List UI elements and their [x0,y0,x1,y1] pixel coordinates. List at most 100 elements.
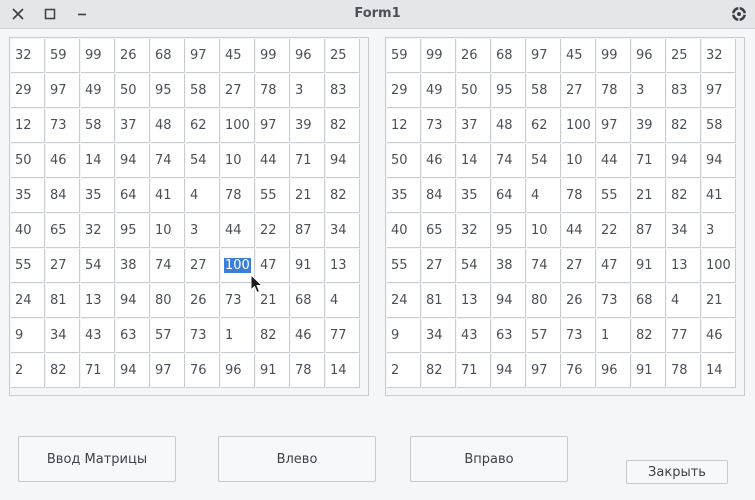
matrix-cell[interactable]: 100 [562,109,596,143]
matrix-cell[interactable]: 14 [702,354,736,388]
matrix-cell[interactable]: 82 [46,354,80,388]
matrix-cell[interactable]: 25 [667,39,701,73]
matrix-cell[interactable]: 82 [326,179,360,213]
shift-left-button[interactable]: Влево [218,436,376,482]
matrix-cell[interactable]: 39 [291,109,325,143]
matrix-cell[interactable]: 68 [291,284,325,318]
matrix-cell[interactable]: 29 [11,74,45,108]
matrix-cell[interactable]: 44 [221,214,255,248]
matrix-cell[interactable]: 96 [632,39,666,73]
matrix-cell[interactable]: 14 [457,144,491,178]
matrix-cell[interactable]: 76 [562,354,596,388]
matrix-cell[interactable]: 91 [256,354,290,388]
matrix-cell[interactable]: 2 [11,354,45,388]
matrix-cell[interactable]: 44 [562,214,596,248]
matrix-cell[interactable]: 77 [667,319,701,353]
matrix-cell[interactable]: 91 [632,249,666,283]
matrix-cell[interactable]: 34 [46,319,80,353]
matrix-cell[interactable]: 22 [597,214,631,248]
matrix-cell[interactable]: 21 [702,284,736,318]
matrix-cell[interactable]: 32 [11,39,45,73]
matrix-cell[interactable]: 73 [186,319,220,353]
matrix-cell[interactable]: 99 [597,39,631,73]
matrix-cell[interactable]: 97 [46,74,80,108]
matrix-cell[interactable]: 74 [492,144,526,178]
matrix-cell[interactable]: 87 [632,214,666,248]
matrix-cell[interactable]: 100 [702,249,736,283]
maximize-icon[interactable] [40,4,60,24]
matrix-cell[interactable]: 40 [11,214,45,248]
matrix-cell[interactable]: 87 [291,214,325,248]
matrix-cell[interactable]: 9 [387,319,421,353]
matrix-cell[interactable]: 50 [116,74,150,108]
matrix-cell[interactable]: 94 [116,284,150,318]
matrix-cell[interactable]: 54 [527,144,561,178]
matrix-cell[interactable]: 97 [702,74,736,108]
matrix-cell[interactable]: 78 [562,179,596,213]
matrix-cell[interactable]: 82 [422,354,456,388]
matrix-cell[interactable]: 97 [527,39,561,73]
matrix-cell[interactable]: 78 [291,354,325,388]
matrix-cell[interactable]: 10 [151,214,185,248]
matrix-cell[interactable]: 78 [221,179,255,213]
matrix-cell[interactable]: 43 [457,319,491,353]
matrix-cell[interactable]: 25 [326,39,360,73]
matrix-cell[interactable]: 35 [387,179,421,213]
input-matrix-button[interactable]: Ввод Матрицы [18,436,176,482]
minimize-icon[interactable] [72,4,92,24]
matrix-cell[interactable]: 94 [702,144,736,178]
matrix-cell[interactable]: 80 [151,284,185,318]
matrix-cell[interactable]: 49 [81,74,115,108]
matrix-cell[interactable]: 94 [492,354,526,388]
matrix-cell[interactable]: 35 [11,179,45,213]
matrix-cell[interactable]: 57 [527,319,561,353]
matrix-cell[interactable]: 21 [632,179,666,213]
matrix-cell[interactable]: 82 [632,319,666,353]
matrix-cell[interactable]: 35 [457,179,491,213]
matrix-cell[interactable]: 3 [632,74,666,108]
close-icon[interactable] [8,4,28,24]
matrix-cell[interactable]: 41 [702,179,736,213]
matrix-cell[interactable]: 65 [46,214,80,248]
matrix-cell[interactable]: 24 [387,284,421,318]
matrix-cell[interactable]: 76 [186,354,220,388]
matrix-cell[interactable]: 71 [457,354,491,388]
matrix-cell[interactable]: 26 [116,39,150,73]
matrix-cell[interactable]: 68 [492,39,526,73]
matrix-cell[interactable]: 1 [597,319,631,353]
matrix-cell[interactable]: 48 [151,109,185,143]
matrix-cell[interactable]: 38 [492,249,526,283]
matrix-cell[interactable]: 10 [221,144,255,178]
matrix-cell[interactable]: 55 [387,249,421,283]
matrix-cell[interactable]: 10 [562,144,596,178]
matrix-cell[interactable]: 43 [81,319,115,353]
matrix-cell[interactable]: 73 [562,319,596,353]
app-menu-icon[interactable] [729,4,749,24]
matrix-cell[interactable]: 95 [151,74,185,108]
matrix-cell[interactable]: 46 [702,319,736,353]
matrix-cell[interactable]: 55 [11,249,45,283]
matrix-cell[interactable]: 68 [151,39,185,73]
matrix-cell[interactable]: 80 [527,284,561,318]
matrix-cell[interactable]: 81 [46,284,80,318]
matrix-cell[interactable]: 95 [492,214,526,248]
matrix-cell[interactable]: 54 [457,249,491,283]
matrix-cell[interactable]: 55 [597,179,631,213]
matrix-cell[interactable]: 63 [116,319,150,353]
matrix-cell[interactable]: 94 [116,354,150,388]
matrix-cell[interactable]: 38 [116,249,150,283]
matrix-cell[interactable]: 27 [221,74,255,108]
matrix-cell[interactable]: 71 [632,144,666,178]
matrix-cell[interactable]: 83 [667,74,701,108]
matrix-cell[interactable]: 27 [186,249,220,283]
matrix-cell[interactable]: 37 [116,109,150,143]
matrix-cell[interactable]: 39 [632,109,666,143]
matrix-cell[interactable]: 13 [81,284,115,318]
matrix-cell[interactable]: 32 [81,214,115,248]
matrix-cell[interactable]: 62 [186,109,220,143]
matrix-cell[interactable]: 10 [527,214,561,248]
matrix-cell[interactable]: 26 [457,39,491,73]
matrix-cell[interactable]: 83 [326,74,360,108]
matrix-cell[interactable]: 34 [326,214,360,248]
matrix-cell[interactable]: 27 [562,249,596,283]
